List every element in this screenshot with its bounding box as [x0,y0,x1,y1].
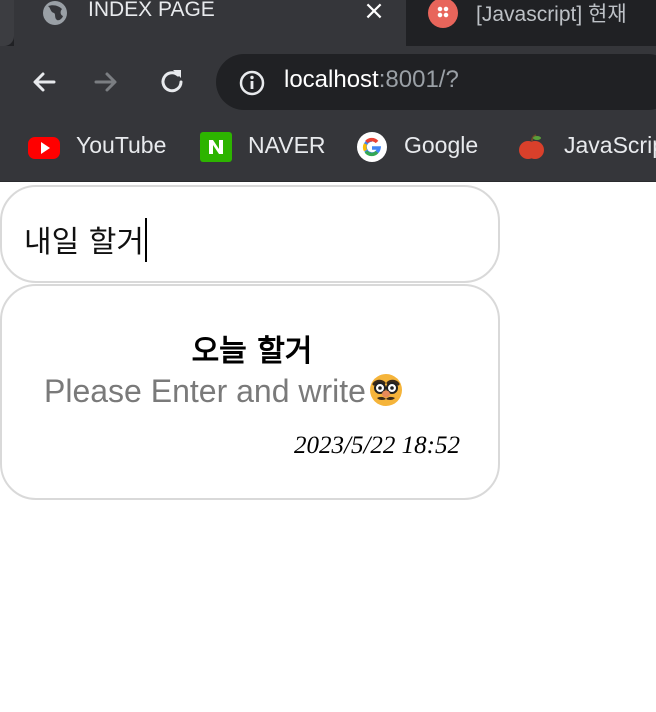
todo-card[interactable]: 오늘 할거 Please Enter and write 2023/5/22 1… [0,284,500,500]
apple-icon [519,134,544,159]
tab-title: [Javascript] 현재 [476,3,627,26]
tab-edge [0,0,14,46]
tab-strip: INDEX PAGE × [Javascript] 현재 [0,0,656,46]
google-icon [357,132,387,162]
text-caret [144,218,147,262]
address-bar[interactable]: localhost:8001/? [216,54,656,110]
bookmark-label: Google [404,132,479,158]
todo-input-text: 내일 할거 [24,217,147,262]
todo-timestamp: 2023/5/22 18:52 [294,432,460,459]
tab-title: INDEX PAGE [88,0,215,21]
todo-content-text: Please Enter and write [44,373,366,409]
forward-arrow-icon[interactable] [90,66,122,98]
todo-input[interactable]: 내일 할거 [0,185,500,283]
todo-title: 오늘 할거 [191,334,313,369]
url-text: localhost:8001/? [284,66,459,94]
bookmark-label: YouTube [76,132,167,158]
bookmark-label: JavaScrip [564,132,656,158]
close-icon[interactable]: × [362,0,386,24]
naver-icon [200,132,232,162]
tab-index-page[interactable]: INDEX PAGE × [14,0,406,46]
url-host: localhost [284,66,379,93]
bookmarks-bar: YouTube NAVER Google JavaScrip [0,118,656,182]
globe-icon [43,1,67,25]
bookmark-label: NAVER [248,132,326,158]
todo-content: Please Enter and write [44,372,404,410]
reload-icon[interactable] [156,66,188,98]
youtube-icon [28,137,60,159]
favicon-icon [428,0,458,28]
todo-input-value: 내일 할거 [24,225,144,260]
disguised-face-icon [369,374,402,406]
tab-javascript[interactable]: [Javascript] 현재 [406,0,656,46]
info-icon[interactable] [238,69,266,97]
back-arrow-icon[interactable] [28,66,60,98]
page-content: 내일 할거 오늘 할거 Please Enter and write 2023/… [0,183,656,712]
url-rest: :8001/? [378,66,459,93]
browser-toolbar: localhost:8001/? [0,46,656,118]
